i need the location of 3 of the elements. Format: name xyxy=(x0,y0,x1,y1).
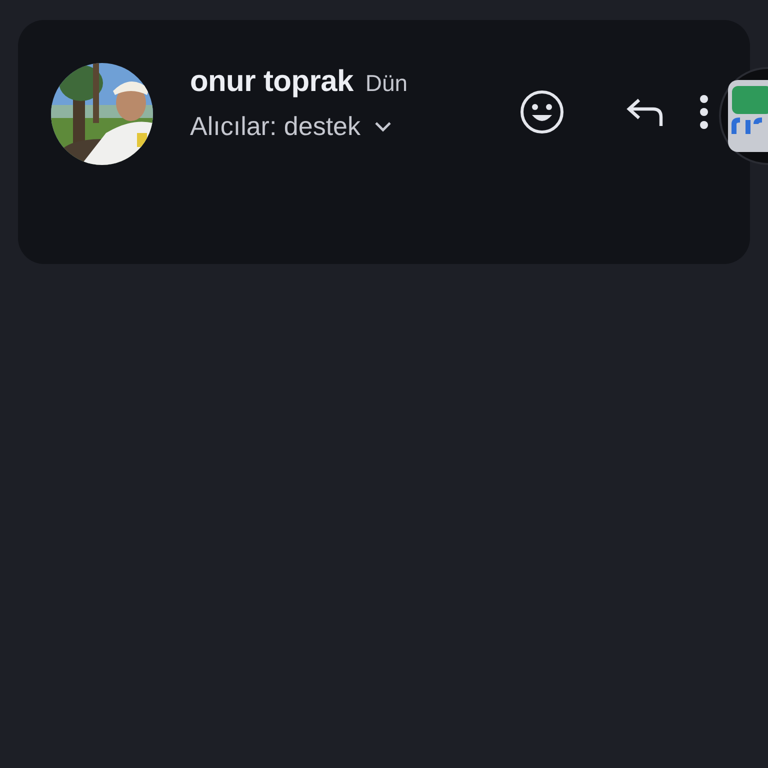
message-time: Dün xyxy=(365,70,408,97)
recipients-label: Alıcılar: destek xyxy=(190,111,361,142)
sender-name: onur toprak xyxy=(190,65,354,99)
